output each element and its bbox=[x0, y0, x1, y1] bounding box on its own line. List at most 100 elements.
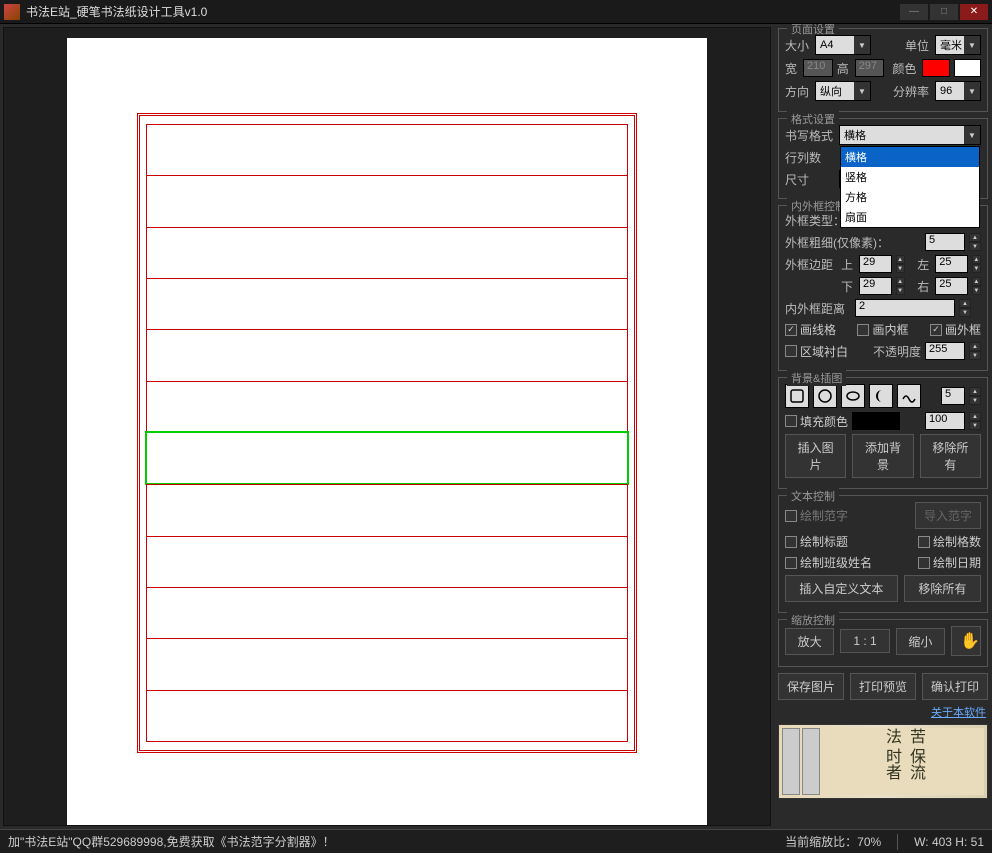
spinner[interactable]: ▲▼ bbox=[969, 412, 981, 430]
margin-bottom-input[interactable]: 29 bbox=[859, 277, 892, 295]
margin-label: 外框边距 bbox=[785, 256, 837, 273]
size-select[interactable]: A4▼ bbox=[815, 35, 871, 55]
pan-hand-button[interactable]: ✋ bbox=[951, 626, 981, 656]
grid-row-selected[interactable] bbox=[145, 431, 629, 485]
outer-frame bbox=[137, 113, 637, 753]
canvas-area[interactable] bbox=[3, 27, 771, 826]
dropdown-item[interactable]: 横格 bbox=[841, 147, 979, 167]
shape-moon-button[interactable] bbox=[869, 384, 893, 408]
grid-row[interactable] bbox=[146, 381, 628, 432]
status-size-text: W: 403 H: 51 bbox=[914, 835, 984, 849]
orientation-label: 方向 bbox=[785, 83, 811, 100]
rowcol-label: 行列数 bbox=[785, 149, 835, 166]
save-image-button[interactable]: 保存图片 bbox=[778, 673, 844, 700]
close-button[interactable]: ✕ bbox=[960, 4, 988, 20]
draw-title-checkbox[interactable]: 绘制标题 bbox=[785, 533, 848, 550]
grid-row[interactable] bbox=[146, 484, 628, 535]
grid-row[interactable] bbox=[146, 175, 628, 226]
orientation-select[interactable]: 纵向▼ bbox=[815, 81, 871, 101]
zoom-out-button[interactable]: 缩小 bbox=[896, 628, 945, 655]
size-label: 大小 bbox=[785, 37, 811, 54]
maximize-button[interactable]: □ bbox=[930, 4, 958, 20]
draw-sample-checkbox[interactable]: 绘制范字 bbox=[785, 507, 848, 524]
dropdown-item[interactable]: 扇面 bbox=[841, 207, 979, 227]
window-controls: — □ ✕ bbox=[900, 4, 988, 20]
grid-row[interactable] bbox=[146, 587, 628, 638]
color-label: 颜色 bbox=[892, 60, 918, 77]
confirm-print-button[interactable]: 确认打印 bbox=[922, 673, 988, 700]
draw-grid-checkbox[interactable]: 画线格 bbox=[785, 321, 836, 338]
spinner[interactable]: ▲▼ bbox=[969, 342, 981, 360]
height-label: 高 bbox=[837, 60, 851, 77]
background-color-swatch[interactable] bbox=[954, 59, 981, 77]
grid-row[interactable] bbox=[146, 690, 628, 742]
group-title: 格式设置 bbox=[787, 111, 839, 127]
format-dropdown-list: 横格 竖格 方格 扇面 bbox=[840, 146, 980, 228]
grid-row[interactable] bbox=[146, 124, 628, 175]
side-panel: 页面设置 大小 A4▼ 单位 毫米▼ 宽 210 高 297 颜色 方向 纵向▼ bbox=[774, 24, 992, 829]
group-title: 背景&插图 bbox=[787, 370, 846, 386]
shape-count-input[interactable]: 5 bbox=[941, 387, 965, 405]
width-input: 210 bbox=[803, 59, 833, 77]
opacity-input[interactable]: 255 bbox=[925, 342, 965, 360]
paper-preview bbox=[67, 38, 707, 826]
draw-outer-checkbox[interactable]: 画外框 bbox=[930, 321, 981, 338]
draw-grid-count-checkbox[interactable]: 绘制格数 bbox=[918, 533, 981, 550]
grid-container bbox=[146, 124, 628, 742]
zoom-in-button[interactable]: 放大 bbox=[785, 628, 834, 655]
fill-color-checkbox[interactable]: 填充颜色 bbox=[785, 413, 848, 430]
resolution-select[interactable]: 96▼ bbox=[935, 81, 981, 101]
margin-right-input[interactable]: 25 bbox=[935, 277, 968, 295]
grid-row[interactable] bbox=[146, 278, 628, 329]
minimize-button[interactable]: — bbox=[900, 4, 928, 20]
write-format-select[interactable]: 横格▼ 横格 竖格 方格 扇面 bbox=[839, 125, 981, 145]
spinner[interactable]: ▲▼ bbox=[972, 255, 981, 273]
shape-wave-button[interactable] bbox=[897, 384, 921, 408]
grid-row[interactable] bbox=[146, 329, 628, 380]
grid-row[interactable] bbox=[146, 227, 628, 278]
add-background-button[interactable]: 添加背景 bbox=[852, 434, 913, 478]
shape-circle-button[interactable] bbox=[813, 384, 837, 408]
remove-all-button[interactable]: 移除所有 bbox=[920, 434, 981, 478]
margin-top-input[interactable]: 29 bbox=[859, 255, 892, 273]
insert-custom-text-button[interactable]: 插入自定义文本 bbox=[785, 575, 898, 602]
insert-image-button[interactable]: 插入图片 bbox=[785, 434, 846, 478]
status-zoom-text: 当前缩放比：70% bbox=[785, 833, 881, 850]
frame-thickness-input[interactable]: 5 bbox=[925, 233, 965, 251]
draw-date-checkbox[interactable]: 绘制日期 bbox=[918, 554, 981, 571]
draw-inner-checkbox[interactable]: 画内框 bbox=[857, 321, 908, 338]
dropdown-item[interactable]: 方格 bbox=[841, 187, 979, 207]
spinner[interactable]: ▲▼ bbox=[969, 387, 981, 405]
remove-all-text-button[interactable]: 移除所有 bbox=[904, 575, 981, 602]
region-white-checkbox[interactable]: 区域衬白 bbox=[785, 343, 848, 360]
frame-type-label: 外框类型： bbox=[785, 212, 845, 229]
height-input: 297 bbox=[855, 59, 885, 77]
grid-row[interactable] bbox=[146, 638, 628, 689]
unit-label: 单位 bbox=[905, 37, 931, 54]
fill-value-input[interactable]: 100 bbox=[925, 412, 965, 430]
spinner[interactable]: ▲▼ bbox=[896, 255, 905, 273]
shape-rect-button[interactable] bbox=[785, 384, 809, 408]
about-link[interactable]: 关于本软件 bbox=[780, 704, 986, 720]
spinner[interactable]: ▲▼ bbox=[969, 233, 981, 251]
unit-select[interactable]: 毫米▼ bbox=[935, 35, 981, 55]
inner-outer-distance-label: 内外框距离 bbox=[785, 300, 851, 317]
print-preview-button[interactable]: 打印预览 bbox=[850, 673, 916, 700]
thumbnail-area[interactable]: 苦 保流法 时者 bbox=[778, 724, 988, 799]
app-icon bbox=[4, 4, 20, 20]
draw-class-name-checkbox[interactable]: 绘制班级姓名 bbox=[785, 554, 872, 571]
dropdown-item[interactable]: 竖格 bbox=[841, 167, 979, 187]
format-settings-group: 格式设置 书写格式 横格▼ 横格 竖格 方格 扇面 行列数 尺寸 15 bbox=[778, 118, 988, 199]
import-sample-button[interactable]: 导入范字 bbox=[915, 502, 981, 529]
grid-row[interactable] bbox=[146, 536, 628, 587]
page-settings-group: 页面设置 大小 A4▼ 单位 毫米▼ 宽 210 高 297 颜色 方向 纵向▼ bbox=[778, 28, 988, 112]
spinner[interactable]: ▲▼ bbox=[959, 299, 971, 317]
one-to-one-button[interactable]: 1 : 1 bbox=[840, 629, 889, 653]
shape-oval-button[interactable] bbox=[841, 384, 865, 408]
inner-outer-distance-input[interactable]: 2 bbox=[855, 299, 955, 317]
fill-color-swatch[interactable] bbox=[852, 412, 900, 430]
spinner[interactable]: ▲▼ bbox=[896, 277, 905, 295]
spinner[interactable]: ▲▼ bbox=[972, 277, 981, 295]
margin-left-input[interactable]: 25 bbox=[935, 255, 968, 273]
foreground-color-swatch[interactable] bbox=[922, 59, 949, 77]
